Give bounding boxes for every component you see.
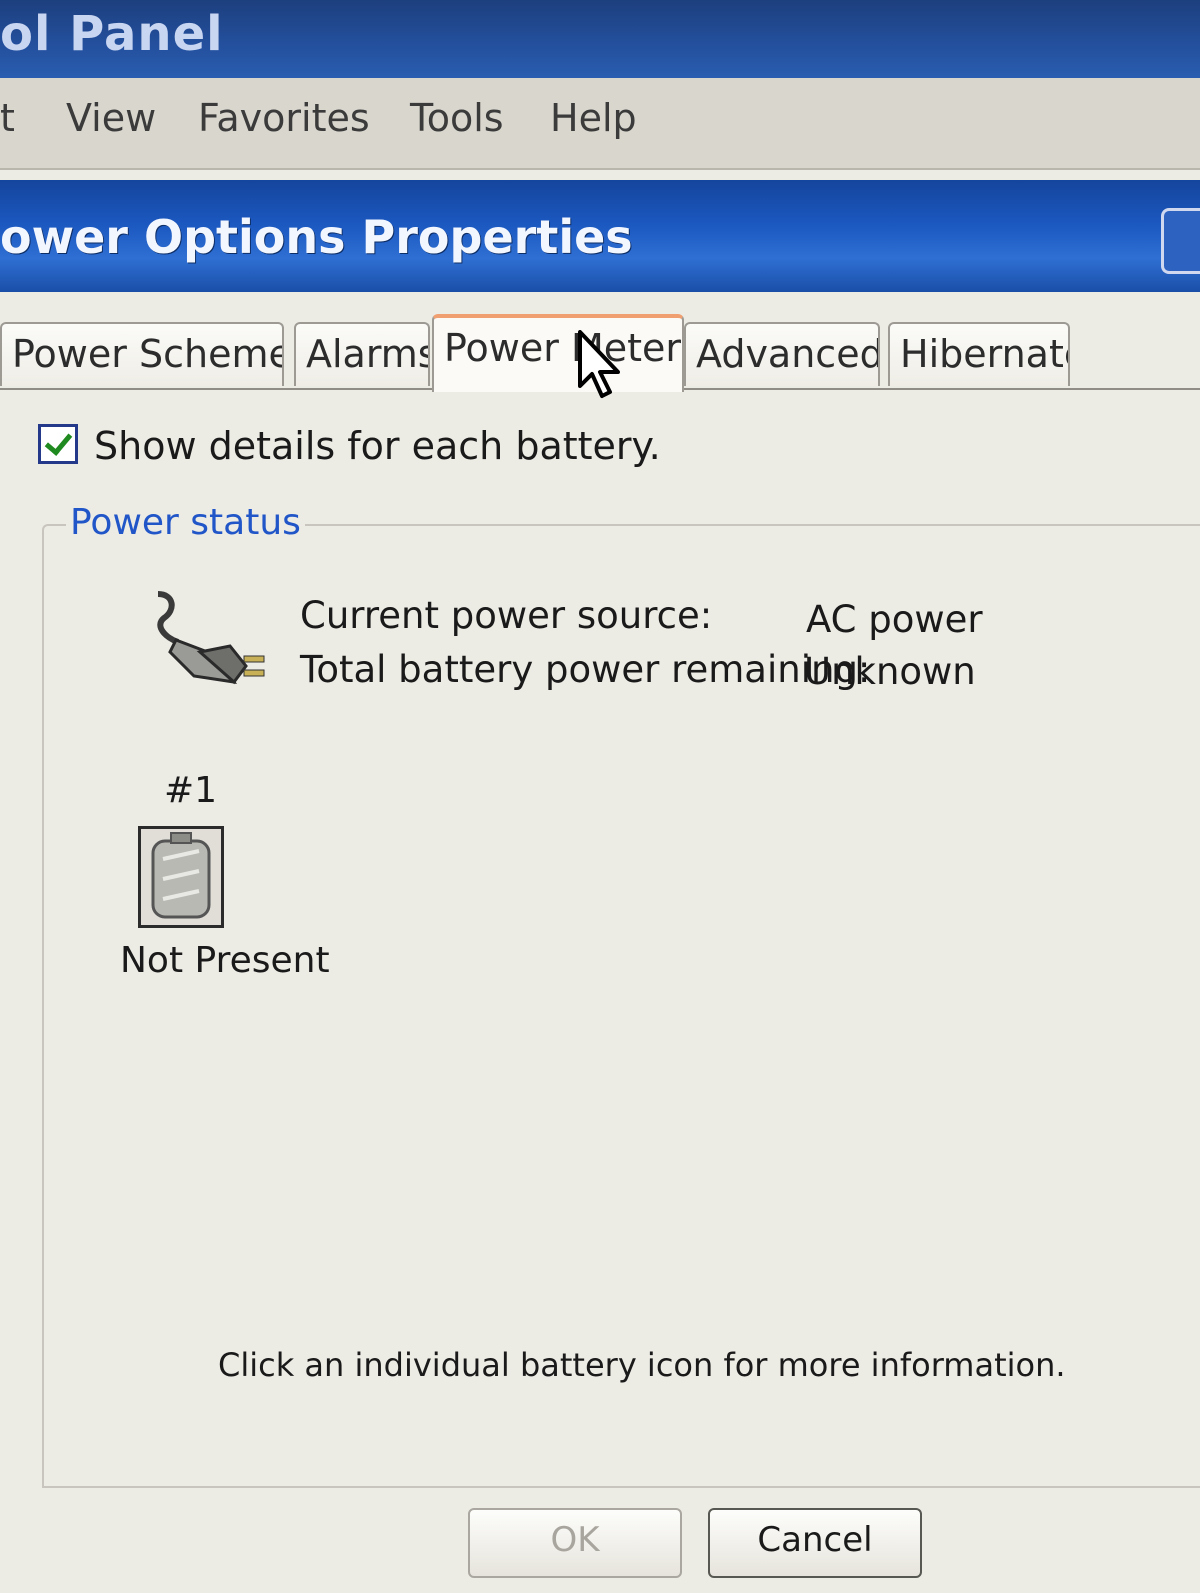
power-status-group-label: Power status xyxy=(66,502,305,543)
tab-power-meter[interactable]: Power Meter xyxy=(432,314,684,392)
tab-advanced[interactable]: Advanced xyxy=(684,322,880,386)
battery-status: Not Present xyxy=(120,940,330,981)
mouse-pointer-icon xyxy=(578,330,620,398)
menu-item-view[interactable]: View xyxy=(66,96,156,140)
battery-remaining-value: Unknown xyxy=(804,650,976,693)
control-panel-title: ol Panel xyxy=(0,6,224,62)
cancel-button[interactable]: Cancel xyxy=(708,1508,922,1578)
show-details-label[interactable]: Show details for each battery. xyxy=(94,424,661,468)
current-power-source-label: Current power source: xyxy=(300,594,713,637)
dialog-title: ower Options Properties xyxy=(0,210,633,264)
current-power-source-value: AC power xyxy=(806,598,983,641)
menu-item-edit[interactable]: t xyxy=(0,96,15,140)
battery-icon xyxy=(151,832,211,919)
dialog-titlebar[interactable]: ower Options Properties xyxy=(0,180,1200,292)
menu-item-help[interactable]: Help xyxy=(550,96,637,140)
close-button[interactable] xyxy=(1161,208,1200,274)
battery-number: #1 xyxy=(164,770,218,811)
ok-button[interactable]: OK xyxy=(468,1508,682,1578)
tab-power-schemes[interactable]: Power Schemes xyxy=(0,322,284,386)
battery-remaining-label: Total battery power remaining: xyxy=(300,648,871,691)
show-details-checkbox[interactable] xyxy=(38,424,78,464)
plug-icon xyxy=(157,591,265,685)
battery-hint-text: Click an individual battery icon for mor… xyxy=(218,1346,1066,1384)
control-panel-menubar: t View Favorites Tools Help xyxy=(0,78,1200,170)
tab-alarms[interactable]: Alarms xyxy=(294,322,430,386)
tab-hibernate[interactable]: Hibernate xyxy=(888,322,1070,386)
menu-item-favorites[interactable]: Favorites xyxy=(198,96,370,140)
menu-item-tools[interactable]: Tools xyxy=(410,96,504,140)
control-panel-titlebar: ol Panel xyxy=(0,0,1200,78)
battery-button[interactable] xyxy=(138,826,224,928)
